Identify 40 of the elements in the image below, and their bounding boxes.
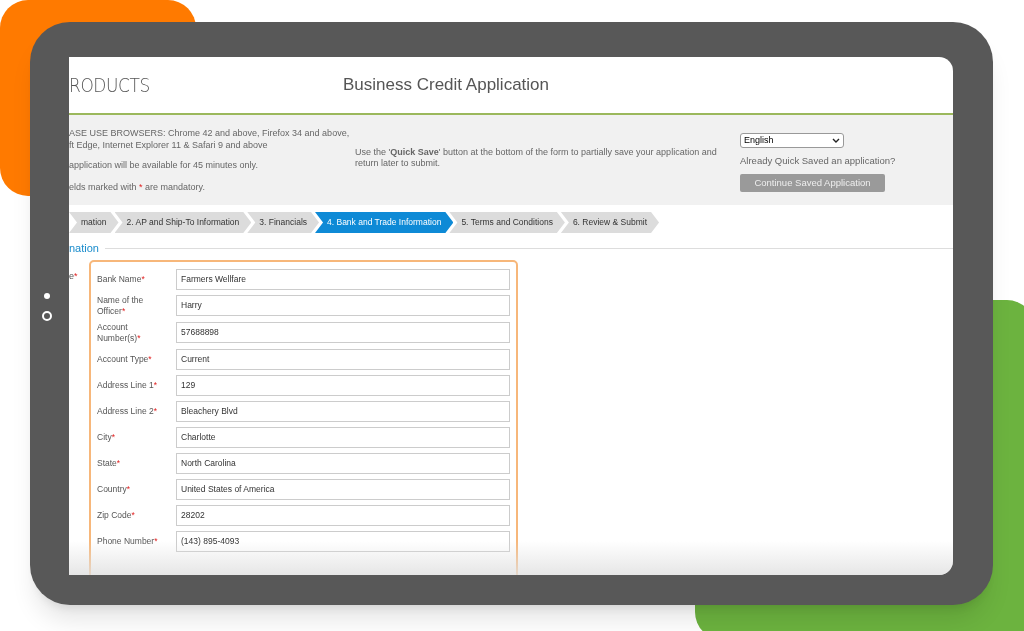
mandatory-notice: elds marked with * are mandatory.: [69, 180, 206, 194]
chevron-down-icon: [832, 138, 840, 143]
text-field[interactable]: Current: [176, 348, 510, 370]
text-field[interactable]: 28202: [176, 504, 510, 526]
step-tab[interactable]: 3. Financials: [247, 212, 319, 233]
text-field[interactable]: Charlotte: [176, 426, 510, 448]
field-label: State*: [97, 457, 122, 469]
logo-text: RODUCTS: [69, 72, 151, 99]
language-select[interactable]: English: [740, 133, 844, 148]
field-label: Phone Number*: [97, 535, 159, 547]
text-field[interactable]: North Carolina: [176, 452, 510, 474]
home-button-icon: [42, 311, 52, 321]
field-label: Name of the Officer*: [97, 294, 145, 317]
saved-question: Already Quick Saved an application?: [740, 154, 896, 168]
section-title: nation: [69, 240, 99, 256]
field-label: Bank Name*: [97, 273, 146, 285]
text-field[interactable]: 129: [176, 374, 510, 396]
step-tab[interactable]: 4. Bank and Trade Information: [315, 212, 454, 233]
browser-notice: ASE USE BROWSERS: Chrome 42 and above, Firefox 34 and above, ft Edge, Internet Explorer 11 & Safari 9 and above: [69, 127, 351, 151]
text-field[interactable]: United States of America: [176, 478, 510, 500]
field-label: City*: [97, 431, 116, 443]
text-field[interactable]: Farmers Wellfare: [176, 268, 510, 290]
text-field[interactable]: (143) 895-4093: [176, 530, 510, 552]
step-tab[interactable]: 2. AP and Ship-To Information: [114, 212, 252, 233]
timeout-notice: application will be available for 45 minutes only.: [69, 159, 259, 172]
field-label: Address Line 2*: [97, 405, 158, 417]
quick-save-notice: Use the 'Quick Save' button at the bottom of the form to partially save your application and return later to submit.: [355, 146, 718, 170]
field-label: Account Number(s)*: [97, 321, 142, 344]
step-tab[interactable]: mation: [69, 212, 119, 233]
page-title: Business Credit Application: [343, 74, 549, 97]
field-label: Zip Code*: [97, 509, 136, 521]
text-field[interactable]: 57688898: [176, 322, 510, 343]
field-label: Country*: [97, 483, 132, 495]
step-tab[interactable]: 5. Terms and Conditions: [449, 212, 565, 233]
text-field[interactable]: Bleachery Blvd: [176, 400, 510, 422]
field-label: e*: [69, 270, 79, 283]
field-label: Address Line 1*: [97, 379, 158, 391]
step-tab[interactable]: 6. Review & Submit: [560, 212, 660, 233]
text-field[interactable]: Harry: [176, 295, 510, 316]
field-label: Account Type*: [97, 353, 153, 365]
